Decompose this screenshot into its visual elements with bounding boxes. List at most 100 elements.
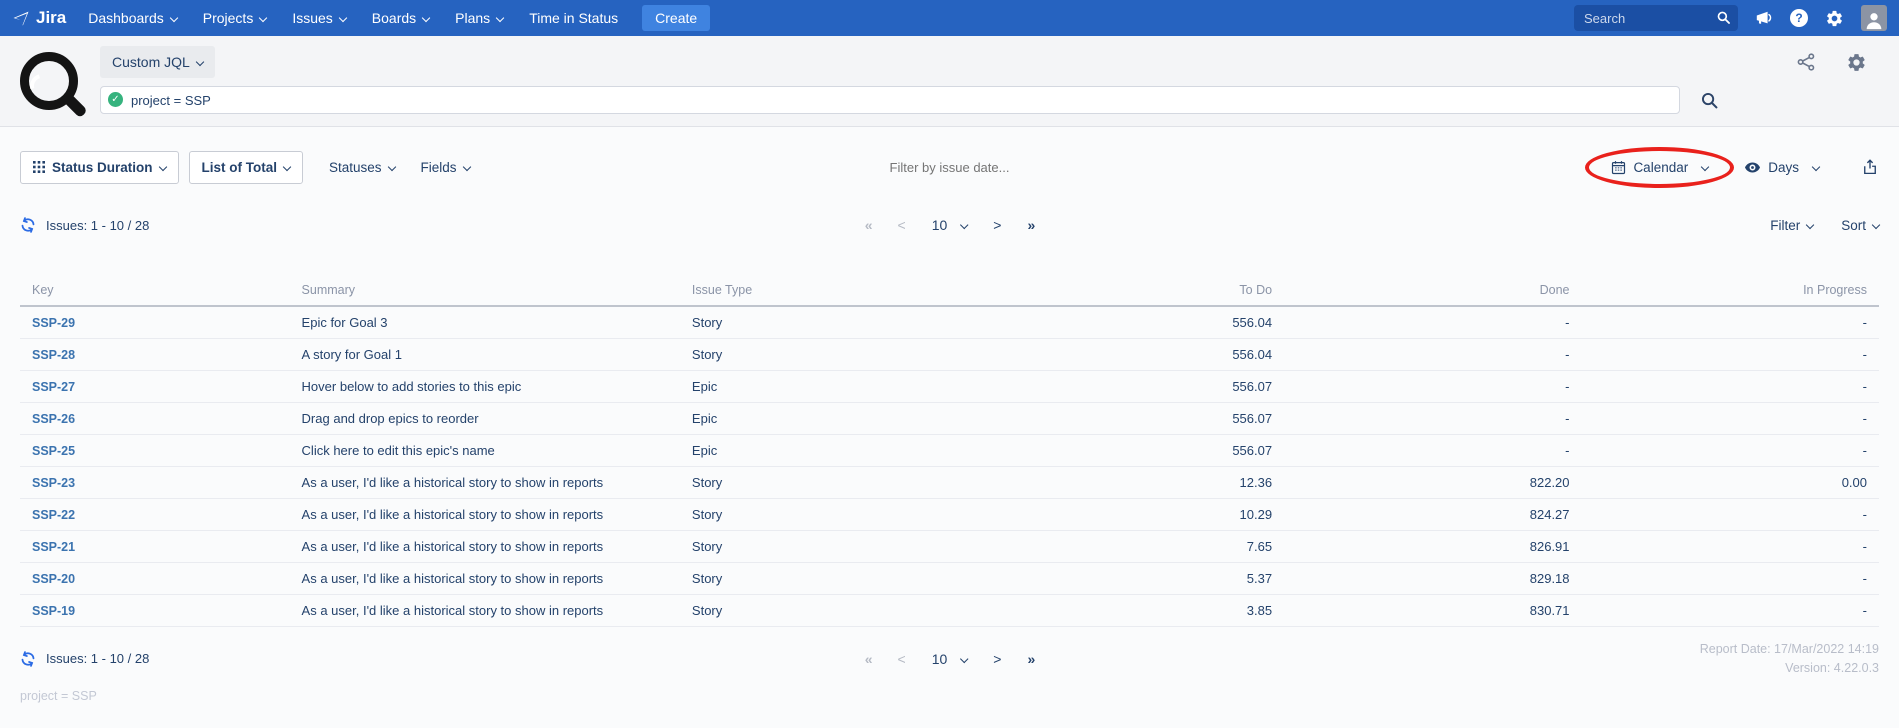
- prev-page-button[interactable]: <: [898, 217, 906, 233]
- column-header-summary: Summary: [290, 277, 680, 306]
- filter-dropdown[interactable]: Filter: [1770, 218, 1813, 233]
- cell-summary: A story for Goal 1: [290, 338, 680, 370]
- issue-key-link[interactable]: SSP-21: [32, 540, 75, 554]
- jira-logo[interactable]: Jira: [12, 8, 66, 28]
- page-size-dropdown[interactable]: 10: [932, 651, 968, 667]
- cell-to-do: 556.04: [1005, 306, 1284, 338]
- export-icon[interactable]: [1861, 158, 1879, 176]
- issue-key-link[interactable]: SSP-22: [32, 508, 75, 522]
- query-mode-label: Custom JQL: [112, 54, 190, 70]
- last-page-button[interactable]: »: [1027, 217, 1034, 233]
- issue-key-link[interactable]: SSP-28: [32, 348, 75, 362]
- cell-to-do: 10.29: [1005, 498, 1284, 530]
- view-type-button[interactable]: List of Total: [189, 151, 304, 184]
- magnifier-logo: [20, 52, 78, 110]
- table-row: SSP-21 As a user, I'd like a historical s…: [20, 530, 1879, 562]
- jql-search-icon[interactable]: [1700, 91, 1719, 110]
- prev-page-button[interactable]: <: [898, 651, 906, 667]
- navbar-menu: Dashboards Projects Issues Boards Plans Time …: [88, 10, 618, 26]
- nav-item-label: Projects: [203, 10, 254, 26]
- units-dropdown[interactable]: Days: [1744, 159, 1819, 176]
- cell-to-do: 7.65: [1005, 530, 1284, 562]
- table-row: SSP-20 As a user, I'd like a historical s…: [20, 562, 1879, 594]
- jql-input[interactable]: [100, 86, 1680, 114]
- nav-item-projects[interactable]: Projects: [203, 10, 267, 26]
- share-icon[interactable]: [1796, 52, 1816, 72]
- create-button[interactable]: Create: [642, 5, 710, 31]
- cell-in-progress: -: [1582, 562, 1879, 594]
- cell-done: 822.20: [1284, 466, 1581, 498]
- nav-item-boards[interactable]: Boards: [372, 10, 429, 26]
- table-row: SSP-19As a user, I'd like a historical s…: [20, 594, 1879, 626]
- report-type-button[interactable]: Status Duration: [20, 151, 179, 184]
- filter-label: Filter: [1770, 218, 1800, 233]
- nav-item-time-in-status[interactable]: Time in Status: [529, 10, 618, 26]
- page-size-dropdown[interactable]: 10: [932, 217, 968, 233]
- cell-in-progress: -: [1582, 370, 1879, 402]
- nav-item-issues[interactable]: Issues: [292, 10, 345, 26]
- search-icon[interactable]: [1716, 10, 1731, 25]
- nav-item-plans[interactable]: Plans: [455, 10, 503, 26]
- table-row: SSP-23 As a user, I'd like a historical s…: [20, 466, 1879, 498]
- first-page-button[interactable]: «: [865, 651, 872, 667]
- announcement-icon[interactable]: [1755, 9, 1773, 27]
- search-input[interactable]: [1574, 5, 1738, 31]
- fields-label: Fields: [421, 160, 457, 175]
- issue-key-link[interactable]: SSP-26: [32, 412, 75, 426]
- report-date: Report Date: 17/Mar/2022 14:19: [1700, 641, 1879, 657]
- report-type-label: Status Duration: [52, 160, 153, 175]
- chevron-down-icon: [387, 163, 395, 171]
- cell-issue-type: Story: [680, 530, 1005, 562]
- cell-summary: Hover below to add stories to this epic: [290, 370, 680, 402]
- cell-in-progress: -: [1582, 402, 1879, 434]
- cell-key: SSP-23: [20, 466, 290, 498]
- sort-dropdown[interactable]: Sort: [1841, 218, 1879, 233]
- table-row: SSP-25Click here to edit this epic's nam…: [20, 434, 1879, 466]
- chevron-down-icon: [196, 58, 204, 66]
- help-icon[interactable]: ?: [1790, 9, 1808, 27]
- cell-summary: As a user, I'd like a historical story t…: [290, 530, 680, 562]
- cell-key: SSP-27: [20, 370, 290, 402]
- issue-key-link[interactable]: SSP-23: [32, 476, 75, 490]
- cell-summary: As a user, I'd like a historical story t…: [290, 466, 680, 498]
- chevron-down-icon: [422, 14, 430, 22]
- avatar[interactable]: [1861, 5, 1887, 31]
- cell-issue-type: Epic: [680, 434, 1005, 466]
- issue-key-link[interactable]: SSP-19: [32, 604, 75, 618]
- cell-key: SSP-25: [20, 434, 290, 466]
- chevron-down-icon: [170, 14, 178, 22]
- eye-icon: [1744, 159, 1761, 176]
- cell-key: SSP-20: [20, 562, 290, 594]
- next-page-button[interactable]: >: [993, 217, 1001, 233]
- page-size-value: 10: [932, 651, 948, 667]
- issue-key-link[interactable]: SSP-29: [32, 316, 75, 330]
- issue-date-filter-input[interactable]: [830, 160, 1070, 175]
- report-version: Version: 4.22.0.3: [1785, 660, 1879, 676]
- cell-to-do: 556.07: [1005, 370, 1284, 402]
- calendar-icon: [1611, 160, 1626, 175]
- nav-item-label: Issues: [292, 10, 332, 26]
- chevron-down-icon: [960, 221, 968, 229]
- query-mode-button[interactable]: Custom JQL: [100, 46, 215, 78]
- query-main: Custom JQL ✓: [100, 46, 1879, 114]
- issue-key-link[interactable]: SSP-20: [32, 572, 75, 586]
- next-page-button[interactable]: >: [993, 651, 1001, 667]
- refresh-icon[interactable]: [20, 217, 36, 233]
- fields-dropdown[interactable]: Fields: [421, 160, 470, 175]
- chevron-down-icon: [339, 14, 347, 22]
- cell-summary: Drag and drop epics to reorder: [290, 402, 680, 434]
- cell-summary: As a user, I'd like a historical story t…: [290, 562, 680, 594]
- settings-icon[interactable]: [1825, 9, 1844, 28]
- issue-key-link[interactable]: SSP-27: [32, 380, 75, 394]
- chevron-down-icon: [1701, 163, 1709, 171]
- last-page-button[interactable]: »: [1027, 651, 1034, 667]
- gear-icon[interactable]: [1846, 52, 1867, 73]
- nav-item-dashboards[interactable]: Dashboards: [88, 10, 177, 26]
- statuses-dropdown[interactable]: Statuses: [329, 160, 395, 175]
- issue-key-link[interactable]: SSP-25: [32, 444, 75, 458]
- issues-table: Key Summary Issue Type To Do Done In Pro…: [20, 277, 1879, 627]
- refresh-icon[interactable]: [20, 651, 36, 667]
- first-page-button[interactable]: «: [865, 217, 872, 233]
- table-row: SSP-28A story for Goal 1Story556.04--: [20, 338, 1879, 370]
- calendar-dropdown[interactable]: Calendar: [1611, 160, 1708, 175]
